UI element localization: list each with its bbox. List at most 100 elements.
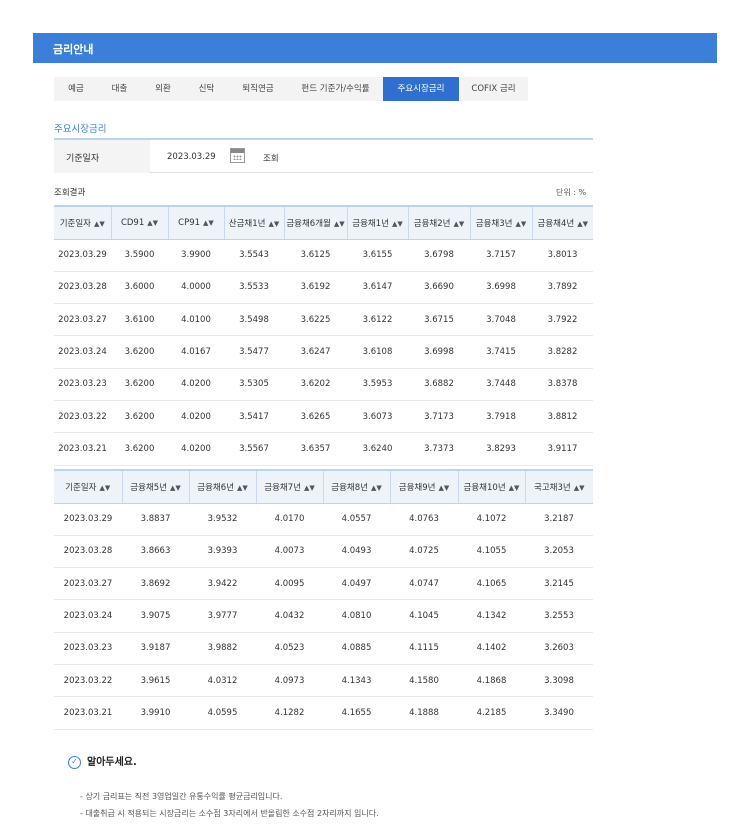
table-row: 2023.03.21 3.9910 4.0595 4.1282 4.1655 4.1888… bbox=[54, 696, 593, 730]
column-header[interactable]: 금융채7년 ▲▼ bbox=[255, 469, 323, 504]
rate-cell: 3.7415 bbox=[470, 335, 532, 369]
rate-cell: 4.1868 bbox=[458, 664, 525, 698]
rate-cell: 3.8812 bbox=[532, 400, 593, 434]
rate-cell: 3.7448 bbox=[470, 368, 532, 401]
rate-cell: 4.0432 bbox=[256, 599, 323, 633]
rate-cell: 4.0100 bbox=[168, 303, 224, 337]
column-header[interactable]: 국고채3년 ▲▼ bbox=[524, 469, 593, 504]
column-header[interactable]: 산금채1년 ▲▼ bbox=[223, 205, 284, 240]
column-header[interactable]: 금융채4년 ▲▼ bbox=[531, 205, 593, 240]
date-cell: 2023.03.27 bbox=[54, 303, 111, 337]
rate-cell: 4.0200 bbox=[168, 400, 224, 434]
tab-loan[interactable]: 대출 bbox=[98, 77, 141, 101]
rate-cell: 3.8293 bbox=[470, 432, 532, 466]
rate-cell: 3.6147 bbox=[347, 271, 408, 305]
table-row: 2023.03.22 3.6200 4.0200 3.5417 3.6265 3.6073… bbox=[54, 400, 593, 434]
column-header[interactable]: 금융채9년 ▲▼ bbox=[389, 469, 458, 504]
tab-deposit[interactable]: 예금 bbox=[54, 77, 98, 101]
sort-icon: ▲▼ bbox=[303, 483, 315, 492]
rates-table-2: 기준일자 ▲▼ 금융채5년 ▲▼ 금융채6년 ▲▼ 금융채7년 ▲▼ 금융채8년 ▲▼ 금… bbox=[54, 469, 593, 730]
rate-cell: 4.1055 bbox=[458, 535, 525, 569]
date-cell: 2023.03.24 bbox=[54, 335, 111, 369]
rate-cell: 3.5543 bbox=[224, 239, 284, 272]
column-header[interactable]: CP91 ▲▼ bbox=[167, 205, 224, 240]
table-row: 2023.03.21 3.6200 4.0200 3.5567 3.6357 3.6240… bbox=[54, 432, 593, 466]
column-header[interactable]: 금융채6년 ▲▼ bbox=[188, 469, 256, 504]
calendar-icon[interactable] bbox=[230, 148, 245, 163]
date-cell: 2023.03.29 bbox=[54, 239, 111, 272]
table-row: 2023.03.24 3.9075 3.9777 4.0432 4.0810 4.1045… bbox=[54, 599, 593, 633]
date-cell: 2023.03.27 bbox=[54, 567, 122, 601]
rate-cell: 3.9532 bbox=[189, 503, 256, 536]
rate-cell: 3.8837 bbox=[122, 503, 189, 536]
rate-cell: 3.9882 bbox=[189, 632, 256, 665]
rate-cell: 3.2145 bbox=[525, 567, 593, 601]
rate-cell: 3.6882 bbox=[408, 368, 470, 401]
rate-cell: 4.0000 bbox=[168, 271, 224, 305]
rate-cell: 3.6155 bbox=[347, 239, 408, 272]
column-header[interactable]: CD91 ▲▼ bbox=[110, 205, 168, 240]
rate-cell: 3.6357 bbox=[284, 432, 347, 466]
rate-cell: 4.0200 bbox=[168, 368, 224, 401]
rate-cell: 3.6073 bbox=[347, 400, 408, 434]
table-row: 2023.03.22 3.9615 4.0312 4.0973 4.1343 4.1580… bbox=[54, 664, 593, 698]
section-title: 주요시장금리 bbox=[54, 124, 107, 135]
notice-title: 알아두세요. bbox=[87, 757, 137, 768]
rate-cell: 3.5567 bbox=[224, 432, 284, 466]
table-row: 2023.03.28 3.6000 4.0000 3.5533 3.6192 3.6147… bbox=[54, 271, 593, 305]
sort-icon: ▲▼ bbox=[573, 483, 585, 492]
column-header[interactable]: 금융채6개월 ▲▼ bbox=[283, 205, 347, 240]
rate-cell: 3.6000 bbox=[111, 271, 168, 305]
sort-icon: ▲▼ bbox=[577, 219, 588, 228]
rate-cell: 4.0170 bbox=[256, 503, 323, 536]
notice-heading: ✓ 알아두세요. bbox=[68, 753, 137, 769]
tab-trust[interactable]: 신탁 bbox=[185, 77, 228, 101]
rate-cell: 4.0167 bbox=[168, 335, 224, 369]
date-cell: 2023.03.24 bbox=[54, 599, 122, 633]
column-header[interactable]: 금융채8년 ▲▼ bbox=[322, 469, 390, 504]
rate-cell: 3.6200 bbox=[111, 335, 168, 369]
rate-cell: 3.7048 bbox=[470, 303, 532, 337]
rate-cell: 3.9075 bbox=[122, 599, 189, 633]
tab-fund-price[interactable]: 펀드 기준가/수익률 bbox=[288, 77, 383, 101]
tab-forex[interactable]: 외환 bbox=[141, 77, 185, 101]
rate-cell: 3.6200 bbox=[111, 432, 168, 466]
rate-cell: 3.6265 bbox=[284, 400, 347, 434]
page-title: 금리안내 bbox=[53, 43, 94, 56]
tab-market-rates[interactable]: 주요시장금리 bbox=[383, 77, 459, 101]
rate-cell: 3.6690 bbox=[408, 271, 470, 305]
search-form: 기준일자 2023.03.29 조회 bbox=[54, 138, 593, 173]
rate-cell: 3.6200 bbox=[111, 368, 168, 401]
rate-cell: 4.0073 bbox=[256, 535, 323, 569]
rate-cell: 4.1402 bbox=[458, 632, 525, 665]
column-header[interactable]: 금융채1년 ▲▼ bbox=[346, 205, 408, 240]
rate-cell: 3.2553 bbox=[525, 599, 593, 633]
column-header[interactable]: 기준일자 ▲▼ bbox=[54, 469, 122, 504]
rate-cell: 4.1342 bbox=[458, 599, 525, 633]
rate-cell: 4.1580 bbox=[390, 664, 458, 698]
date-cell: 2023.03.21 bbox=[54, 432, 111, 466]
tab-retirement-pension[interactable]: 퇴직연금 bbox=[228, 77, 288, 101]
rate-cell: 4.0725 bbox=[390, 535, 458, 569]
column-header[interactable]: 금융채5년 ▲▼ bbox=[121, 469, 189, 504]
date-input[interactable]: 2023.03.29 bbox=[167, 152, 216, 162]
table-row: 2023.03.24 3.6200 4.0167 3.5477 3.6247 3.6108… bbox=[54, 335, 593, 369]
rate-cell: 3.6998 bbox=[408, 335, 470, 369]
tab-bar: 예금 대출 외환 신탁 퇴직연금 펀드 기준가/수익률 주요시장금리 COFIX… bbox=[54, 77, 528, 101]
rate-cell: 3.7922 bbox=[532, 303, 593, 337]
rate-cell: 4.1888 bbox=[390, 696, 458, 730]
rate-cell: 3.6240 bbox=[347, 432, 408, 466]
page-header: 금리안내 bbox=[33, 33, 717, 63]
column-header[interactable]: 금융채2년 ▲▼ bbox=[407, 205, 470, 240]
column-header[interactable]: 금융채10년 ▲▼ bbox=[457, 469, 525, 504]
column-header[interactable]: 금융채3년 ▲▼ bbox=[469, 205, 532, 240]
rate-cell: 3.6798 bbox=[408, 239, 470, 272]
rate-cell: 3.5900 bbox=[111, 239, 168, 272]
rate-cell: 4.1072 bbox=[458, 503, 525, 536]
sort-icon: ▲▼ bbox=[169, 483, 181, 492]
date-cell: 2023.03.28 bbox=[54, 271, 111, 305]
tab-cofix[interactable]: COFIX 금리 bbox=[459, 77, 528, 101]
rate-cell: 4.0885 bbox=[323, 632, 390, 665]
search-button[interactable]: 조회 bbox=[263, 152, 279, 164]
column-header[interactable]: 기준일자 ▲▼ bbox=[54, 205, 111, 240]
